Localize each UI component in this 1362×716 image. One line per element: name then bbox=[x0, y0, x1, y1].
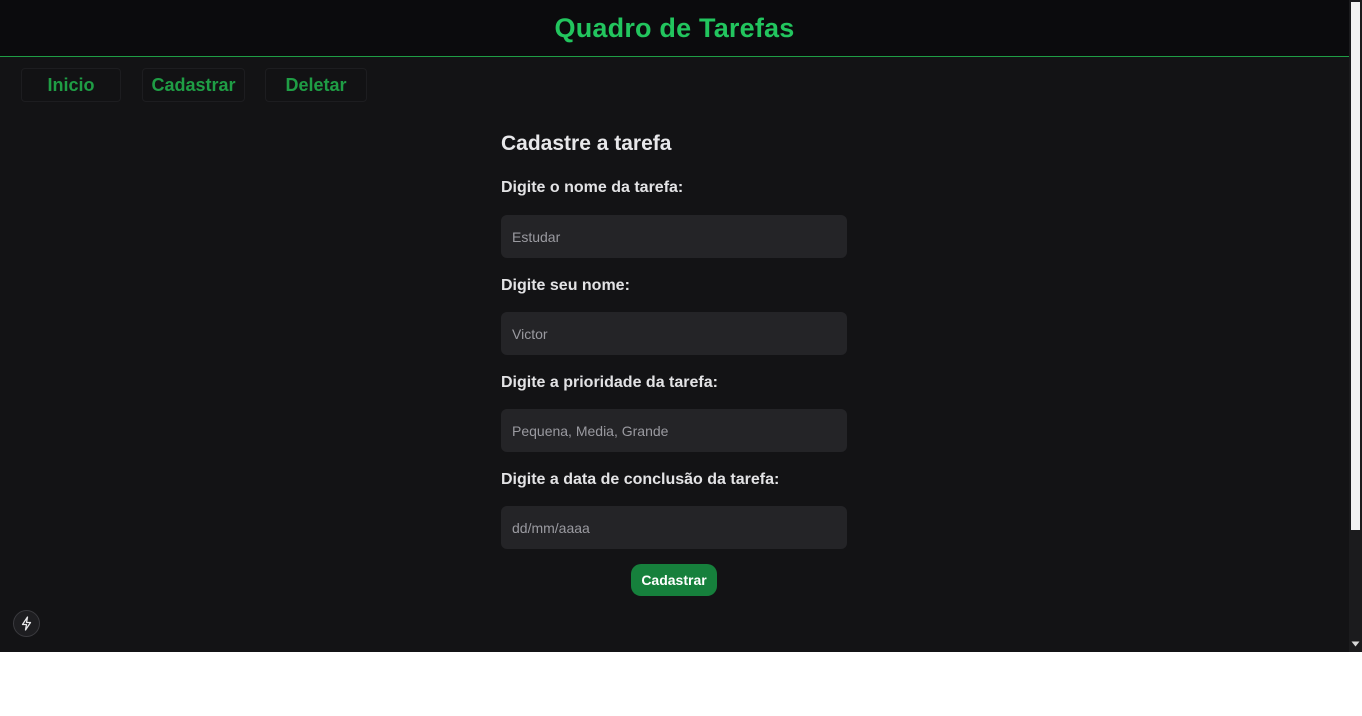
form-title: Cadastre a tarefa bbox=[501, 132, 672, 155]
task-name-label: Digite o nome da tarefa: bbox=[501, 179, 684, 196]
lightning-icon[interactable] bbox=[13, 610, 40, 637]
scrollbar-thumb[interactable] bbox=[1351, 2, 1360, 530]
due-date-input[interactable] bbox=[501, 506, 847, 549]
priority-label: Digite a prioridade da tarefa: bbox=[501, 374, 718, 391]
vertical-scrollbar[interactable] bbox=[1349, 0, 1362, 652]
nav-item-inicio[interactable]: Inicio bbox=[21, 68, 121, 102]
user-name-input[interactable] bbox=[501, 312, 847, 355]
app-header: Quadro de Tarefas bbox=[0, 0, 1349, 57]
chevron-down-glyph bbox=[1351, 641, 1360, 647]
submit-button[interactable]: Cadastrar bbox=[631, 564, 717, 596]
nav-item-deletar[interactable]: Deletar bbox=[265, 68, 367, 102]
user-name-label: Digite seu nome: bbox=[501, 277, 630, 294]
nav-item-cadastrar[interactable]: Cadastrar bbox=[142, 68, 245, 102]
lightning-icon-glyph bbox=[21, 616, 32, 631]
priority-input[interactable] bbox=[501, 409, 847, 452]
task-name-input[interactable] bbox=[501, 215, 847, 258]
page-title: Quadro de Tarefas bbox=[554, 12, 795, 43]
chevron-down-icon[interactable] bbox=[1349, 636, 1362, 652]
due-date-label: Digite a data de conclusão da tarefa: bbox=[501, 471, 780, 488]
browser-viewport: Quadro de Tarefas Inicio Cadastrar Delet… bbox=[0, 0, 1362, 652]
page: Quadro de Tarefas Inicio Cadastrar Delet… bbox=[0, 0, 1349, 652]
